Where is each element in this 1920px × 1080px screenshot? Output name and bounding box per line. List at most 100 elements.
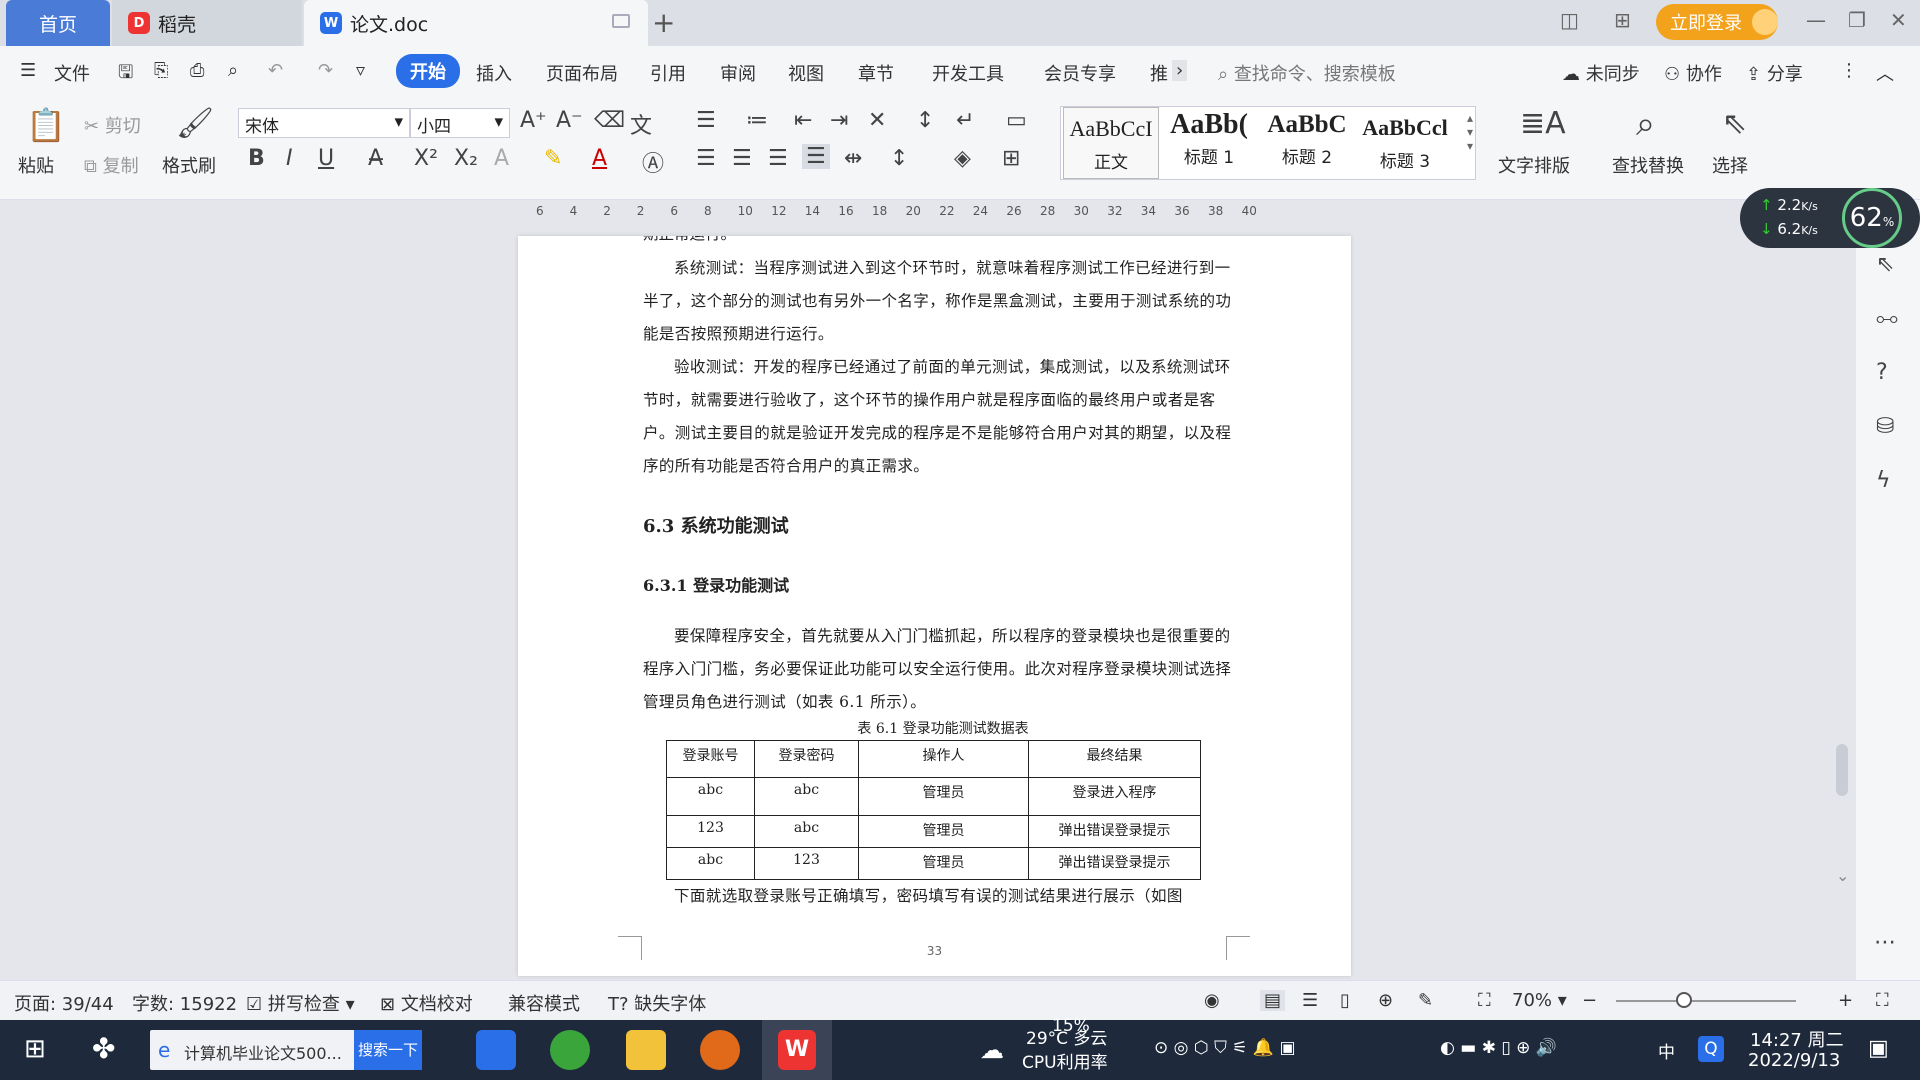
login-button[interactable]: 立即登录	[1656, 4, 1778, 40]
hamburger-icon[interactable]: ☰	[20, 60, 36, 81]
gallery-scroll-icon[interactable]: ▴ ▾ ▾	[1467, 111, 1473, 153]
text-effect-icon[interactable]: A	[494, 146, 509, 171]
fit-page-icon[interactable]: ⛶	[1478, 990, 1491, 1011]
phonetic-icon[interactable]: 文	[630, 108, 652, 140]
grow-font-icon[interactable]: A⁺	[520, 108, 547, 133]
print-icon[interactable]: ⎙	[190, 60, 204, 81]
find-replace-button[interactable]: 查找替换	[1612, 152, 1684, 178]
cursor-icon[interactable]: ⇖	[1722, 106, 1747, 141]
bullet-list-icon[interactable]: ☰	[696, 108, 716, 133]
notification-icon[interactable]: ▣	[1868, 1036, 1889, 1061]
outline-view-icon[interactable]: ☰	[1302, 990, 1318, 1011]
menu-view[interactable]: 视图	[788, 60, 824, 86]
justify-icon[interactable]: ☰	[802, 144, 830, 169]
font-family-select[interactable]: 宋体 ▾	[238, 108, 410, 138]
menu-more[interactable]: 推	[1150, 60, 1168, 86]
layout-icon[interactable]: ◫	[1560, 8, 1579, 32]
clock-date[interactable]: 2022/9/13	[1748, 1050, 1840, 1071]
line-spacing-icon[interactable]: ↕	[890, 146, 908, 171]
cut-button[interactable]: ✂ 剪切	[84, 112, 141, 138]
subscript-icon[interactable]: X₂	[454, 146, 478, 171]
taskbar-search[interactable]: e 计算机毕业论文500... 搜索一下	[150, 1030, 422, 1070]
minimize-icon[interactable]: —	[1806, 8, 1826, 32]
ime-indicator[interactable]: 中	[1658, 1038, 1675, 1063]
bold-icon[interactable]: B	[248, 146, 265, 171]
underline-icon[interactable]: U	[318, 146, 334, 171]
compat-mode[interactable]: 兼容模式	[508, 990, 580, 1016]
help-icon[interactable]: ?	[1876, 360, 1888, 385]
menu-insert[interactable]: 插入	[476, 60, 512, 86]
app-launcher-icon[interactable]: ✤	[92, 1032, 115, 1065]
numbered-list-icon[interactable]: ≔	[746, 108, 768, 133]
proofread-button[interactable]: ⊠ 文档校对	[380, 990, 473, 1016]
menu-review[interactable]: 审阅	[720, 60, 756, 86]
shrink-font-icon[interactable]: A⁻	[556, 108, 583, 133]
style-heading-3[interactable]: AaBbCcl 标题 3	[1357, 107, 1453, 179]
text-layout-icon[interactable]: ≣A	[1520, 106, 1566, 141]
align-left-icon[interactable]: ☰	[696, 146, 716, 171]
windows-start-icon[interactable]: ⊞	[24, 1034, 46, 1064]
network-speed-widget[interactable]: ↑ 2.2K/s ↓ 6.2K/s 62%	[1740, 188, 1920, 248]
more-horizontal-icon[interactable]: ⋯	[1874, 930, 1896, 955]
restore-icon[interactable]: ❐	[1848, 8, 1866, 32]
collab-button[interactable]: ⚇ 协作	[1664, 60, 1722, 86]
horizontal-ruler[interactable]: 6 4 2 2 6 8 10 12 14 16 18 20 22 24 26 28 30 32 34 36 38 40	[530, 204, 1330, 222]
file-explorer-icon[interactable]	[626, 1030, 666, 1070]
spell-check-button[interactable]: ☑ 拼写检查 ▾	[246, 990, 355, 1016]
menu-home[interactable]: 开始	[396, 54, 460, 88]
write-view-icon[interactable]: ✎	[1418, 990, 1433, 1011]
style-heading-1[interactable]: AaBb( 标题 1	[1161, 107, 1257, 179]
select-button[interactable]: 选择	[1712, 152, 1748, 178]
borders-icon[interactable]: ⊞	[1002, 146, 1020, 171]
export-pdf-icon[interactable]: ⎘	[154, 60, 168, 81]
zoom-slider[interactable]	[1616, 1000, 1796, 1002]
tab-document[interactable]: W 论文.doc	[304, 0, 648, 46]
page-view-icon[interactable]: ▤	[1260, 990, 1286, 1011]
close-icon[interactable]: ✕	[1890, 8, 1907, 32]
italic-icon[interactable]: I	[286, 146, 293, 171]
zoom-select[interactable]: 70% ▾	[1512, 990, 1567, 1011]
qq-icon[interactable]: Q	[1698, 1036, 1724, 1062]
font-color-icon[interactable]: A	[592, 146, 607, 171]
clock-time[interactable]: 14:27 周二	[1750, 1026, 1844, 1052]
find-icon[interactable]: ⌕	[1636, 104, 1655, 144]
wps-taskbar-button[interactable]: W	[762, 1020, 832, 1080]
app-orange-icon[interactable]	[700, 1030, 740, 1070]
tab-daoke[interactable]: D 稻壳	[112, 0, 302, 46]
menu-chapter[interactable]: 章节	[858, 60, 894, 86]
paste-button[interactable]: 粘贴	[18, 152, 54, 178]
command-search[interactable]: ⌕ 查找命令、搜索模板	[1218, 60, 1396, 86]
monitor-icon[interactable]	[612, 14, 630, 28]
print-preview-icon[interactable]: ⌕	[228, 60, 238, 81]
lightning-icon[interactable]: ϟ	[1876, 468, 1891, 493]
backup-icon[interactable]: ⛁	[1876, 414, 1894, 439]
strikethrough-icon[interactable]: A̶	[368, 146, 383, 171]
shading-icon[interactable]: ◈	[954, 146, 971, 171]
missing-font-button[interactable]: T? 缺失字体	[608, 990, 706, 1016]
ruler-icon[interactable]: ▭	[1006, 108, 1027, 133]
style-normal[interactable]: AaBbCcI 正文	[1063, 107, 1159, 179]
font-size-select[interactable]: 小四 ▾	[410, 108, 510, 138]
format-painter-button[interactable]: 格式刷	[162, 152, 216, 178]
customize-icon[interactable]: ▿	[356, 60, 365, 81]
clear-format-icon[interactable]: ⌫	[594, 108, 625, 133]
word-count[interactable]: 字数: 15922	[132, 990, 237, 1016]
redo-icon[interactable]: ↷	[318, 60, 333, 81]
apps-grid-icon[interactable]: ⊞	[1614, 8, 1631, 32]
menu-page-layout[interactable]: 页面布局	[546, 60, 618, 86]
superscript-icon[interactable]: X²	[414, 146, 438, 171]
browser-360-icon[interactable]	[550, 1030, 590, 1070]
ie-browser-icon[interactable]	[476, 1030, 516, 1070]
search-button[interactable]: 搜索一下	[354, 1030, 422, 1070]
save-icon[interactable]: 🖫	[118, 60, 133, 90]
chinese-layout-icon[interactable]: ✕	[868, 108, 886, 133]
sync-button[interactable]: ☁ 未同步	[1562, 60, 1640, 86]
fullscreen-icon[interactable]: ⛶	[1876, 990, 1889, 1011]
align-right-icon[interactable]: ☰	[768, 146, 788, 171]
distribute-icon[interactable]: ⇹	[844, 146, 862, 171]
tray-icons[interactable]: ⊙ ◎ ⬡ ⛉ ⚟ 🔔 ▣	[1154, 1038, 1296, 1058]
zoom-in-icon[interactable]: +	[1838, 990, 1853, 1011]
menu-dev-tools[interactable]: 开发工具	[932, 60, 1004, 86]
sort-icon[interactable]: ↕	[916, 108, 934, 133]
zoom-out-icon[interactable]: −	[1582, 990, 1597, 1011]
